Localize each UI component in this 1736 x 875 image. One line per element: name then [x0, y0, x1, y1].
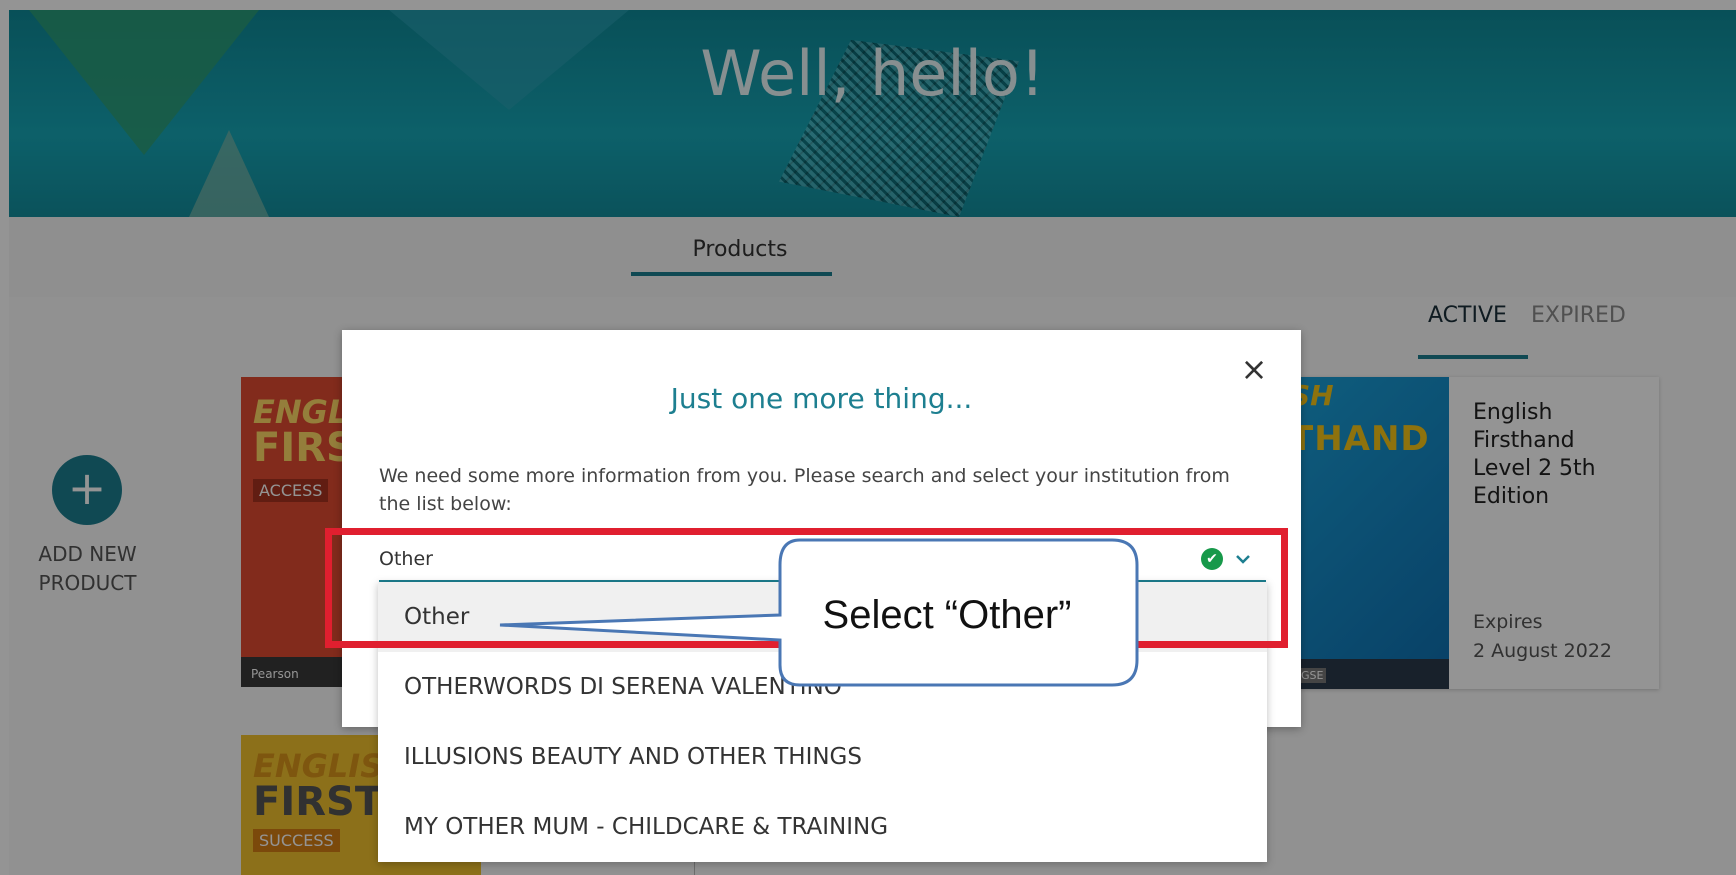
dropdown-option[interactable]: ILLUSIONS BEAUTY AND OTHER THINGS — [378, 722, 1267, 792]
dropdown-option[interactable]: MY OTHER MUM - CHILDCARE & TRAINING — [378, 792, 1267, 862]
close-icon[interactable]: × — [1239, 353, 1269, 385]
modal-title: Just one more thing... — [670, 382, 973, 415]
modal-description: We need some more information from you. … — [379, 465, 1230, 515]
callout-text: Select “Other” — [822, 593, 1072, 637]
dropdown-option[interactable]: OTHERWORDS DI SERENA VALENTINO — [378, 652, 1267, 722]
